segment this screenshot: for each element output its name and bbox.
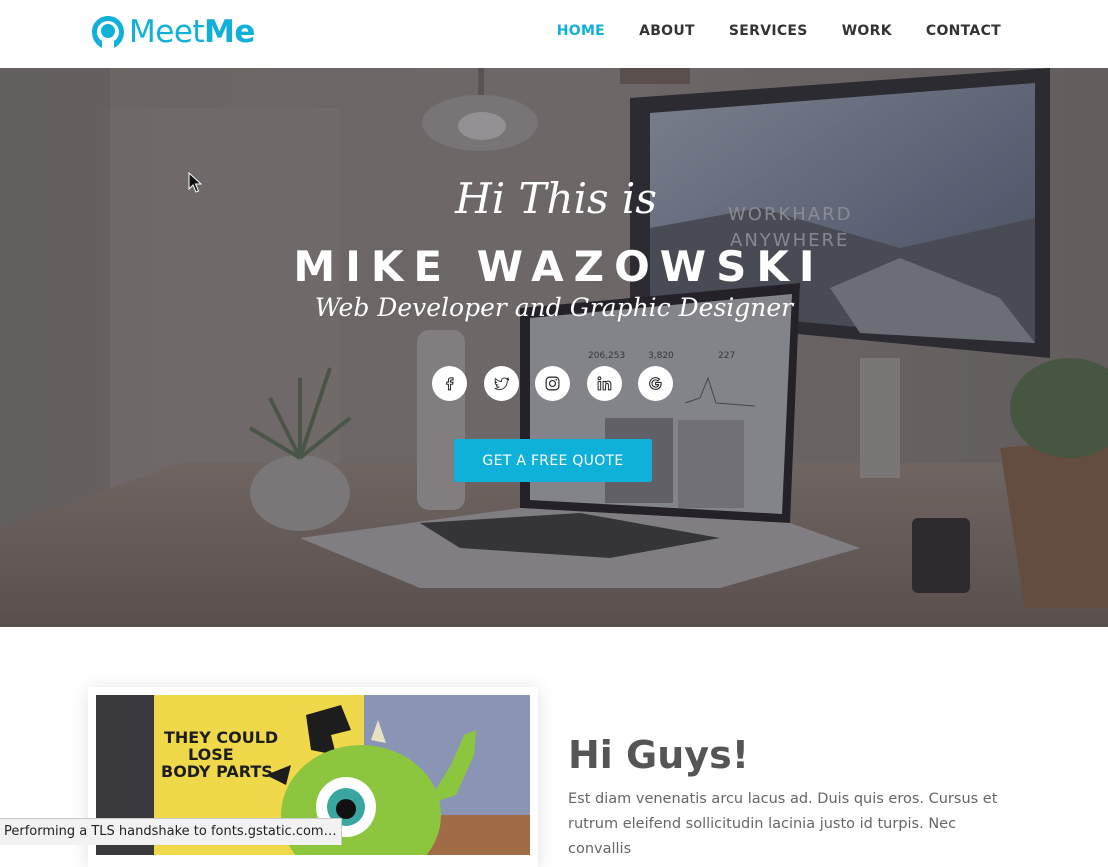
linkedin-link[interactable]: [587, 366, 622, 401]
nav-about[interactable]: ABOUT: [639, 23, 695, 39]
instagram-link[interactable]: [535, 366, 570, 401]
twitter-icon: [493, 375, 510, 392]
nav-work[interactable]: WORK: [842, 23, 892, 39]
facebook-icon: [441, 375, 458, 392]
mouse-cursor-icon: [188, 172, 202, 194]
hero-background-photo: WORKHARD ANYWHERE 206,253 3,820 227: [0, 68, 1108, 627]
instagram-icon: [544, 375, 561, 392]
google-icon: [647, 375, 664, 392]
google-link[interactable]: [638, 366, 673, 401]
main-nav: HOME ABOUT SERVICES WORK CONTACT: [523, 23, 1001, 39]
about-title: Hi Guys!: [568, 733, 749, 777]
nav-contact[interactable]: CONTACT: [926, 23, 1001, 39]
browser-status-bar: Performing a TLS handshake to fonts.gsta…: [0, 818, 342, 845]
linkedin-icon: [596, 375, 613, 392]
sign-line-3: BODY PARTS: [161, 762, 273, 781]
brand-name-bold: Me: [204, 14, 255, 50]
nav-services[interactable]: SERVICES: [729, 23, 808, 39]
get-quote-button[interactable]: GET A FREE QUOTE: [454, 439, 652, 482]
brand-name: MeetMe: [129, 14, 255, 50]
hero-section: WORKHARD ANYWHERE 206,253 3,820 227 Hi T…: [0, 68, 1108, 627]
social-links: [432, 366, 690, 401]
hero-greeting: Hi This is: [2, 174, 1108, 223]
person-silhouette-icon: [90, 14, 126, 50]
about-body: Est diam venenatis arcu lacus ad. Duis q…: [568, 787, 1018, 862]
twitter-link[interactable]: [484, 366, 519, 401]
site-header: MeetMe HOME ABOUT SERVICES WORK CONTACT: [0, 0, 1108, 68]
nav-home[interactable]: HOME: [557, 23, 605, 39]
hero-name: MIKE WAZOWSKI: [5, 242, 1108, 291]
facebook-link[interactable]: [432, 366, 467, 401]
hero-role: Web Developer and Graphic Designer: [0, 293, 1108, 322]
brand-logo[interactable]: MeetMe: [90, 12, 255, 52]
brand-name-light: Meet: [129, 14, 204, 50]
